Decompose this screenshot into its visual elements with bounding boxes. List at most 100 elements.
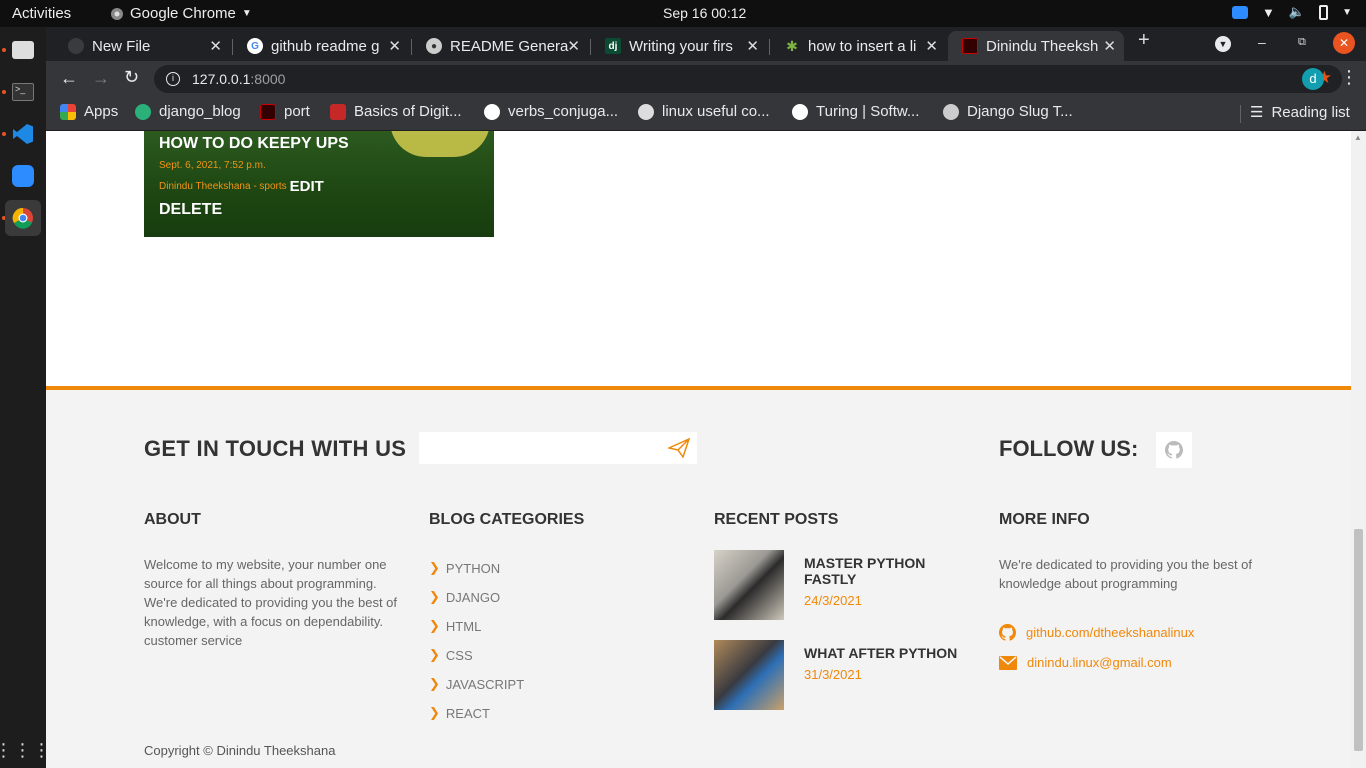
tab-django-docs[interactable]: dj Writing your firs ✕ [591, 31, 767, 61]
file-icon [68, 38, 84, 54]
scrollbar-thumb[interactable] [1354, 529, 1363, 751]
chrome-logo-icon [12, 207, 33, 229]
bookmark-label: django_blog [159, 103, 241, 120]
delete-link[interactable]: DELETE [159, 201, 222, 219]
github-icon [999, 624, 1016, 641]
category-link-django[interactable]: ❯ DJANGO [429, 589, 500, 605]
files-dock-icon[interactable] [5, 32, 41, 68]
tab-github-readme[interactable]: G github readme g ✕ [233, 31, 409, 61]
category-label: REACT [445, 705, 490, 721]
info-icon[interactable]: i [166, 72, 180, 86]
system-tray[interactable]: ▼ 🔈 ▼ [1232, 4, 1352, 20]
bookmark-verbs[interactable]: verbs_conjuga... [484, 103, 618, 120]
forward-arrow-icon[interactable]: → [92, 68, 110, 89]
github-follow-button[interactable] [1156, 432, 1192, 468]
terminal-dock-icon[interactable]: >_ [5, 74, 41, 110]
close-icon[interactable]: ✕ [209, 37, 222, 55]
bookmark-apps[interactable]: Apps [60, 103, 118, 120]
chrome-dock-icon[interactable] [5, 200, 41, 236]
post-card[interactable]: HOW TO DO KEEPY UPS Sept. 6, 2021, 7:52 … [144, 131, 494, 237]
follow-us-heading: FOLLOW US: [999, 436, 1139, 461]
bookmark-turing[interactable]: Turing | Softw... [792, 103, 919, 120]
apps-grid-icon [60, 103, 76, 120]
app-menu[interactable]: Google Chrome ▼ [110, 5, 252, 22]
app-name: Google Chrome [130, 5, 236, 22]
post-meta: Dinindu Theekshana - sports EDIT [159, 178, 324, 195]
email-link[interactable]: dinindu.linux@gmail.com [999, 655, 1172, 670]
tab-dinindu-theekshana[interactable]: Dinindu Theeksh ✕ [948, 31, 1124, 61]
port-icon [260, 103, 276, 120]
clock[interactable]: Sep 16 00:12 [663, 5, 746, 21]
chevron-right-icon: ❯ [429, 676, 440, 691]
vscode-dock-icon[interactable] [5, 116, 41, 152]
wifi-icon: ▼ [1262, 4, 1275, 20]
tab-title: README Genera [450, 37, 569, 55]
category-link-react[interactable]: ❯ REACT [429, 705, 490, 721]
close-icon[interactable]: ✕ [925, 37, 938, 55]
category-label: JAVASCRIPT [445, 676, 525, 692]
url-host: 127.0.0.1 [192, 71, 251, 87]
tab-search-icon[interactable]: ▼ [1215, 36, 1231, 52]
close-icon[interactable]: ✕ [388, 37, 401, 55]
recent-post-thumbnail[interactable] [714, 640, 784, 710]
category-link-css[interactable]: ❯ CSS [429, 647, 473, 663]
zoom-dock-icon[interactable] [5, 158, 41, 194]
recent-post-thumbnail[interactable] [714, 550, 784, 620]
blog-categories-heading: BLOG CATEGORIES [429, 511, 585, 528]
category-link-python[interactable]: ❯ PYTHON [429, 560, 500, 576]
chrome-app-icon [111, 7, 123, 20]
activities-button[interactable]: Activities [12, 5, 71, 22]
reading-list-button[interactable]: ☰ Reading list [1250, 103, 1350, 122]
send-icon[interactable] [668, 438, 690, 458]
bookmark-basics-digital[interactable]: Basics of Digit... [330, 103, 462, 120]
bookmark-label: linux useful co... [662, 103, 770, 120]
tab-title: New File [92, 37, 151, 55]
chevron-right-icon: ❯ [429, 705, 440, 720]
contact-email-input[interactable] [419, 432, 697, 464]
zoom-tray-icon [1232, 5, 1249, 19]
tab-new-file[interactable]: New File ✕ [54, 31, 230, 61]
github-link[interactable]: github.com/dtheekshanalinux [999, 624, 1194, 641]
close-window-button[interactable]: ✕ [1333, 32, 1355, 54]
browser-toolbar: ← → ↻ i 127.0.0.1:8000 ★ d ⋮ [46, 61, 1366, 97]
category-link-html[interactable]: ❯ HTML [429, 618, 481, 634]
star-icon: ✱ [786, 37, 798, 54]
github-url: github.com/dtheekshanalinux [1026, 625, 1195, 640]
menu-kebab-icon[interactable]: ⋮ [1340, 67, 1358, 88]
bookmark-django-blog[interactable]: django_blog [135, 103, 241, 120]
django-icon: dj [605, 38, 621, 54]
github-icon [1165, 441, 1183, 459]
url-port: :8000 [250, 71, 286, 87]
iit-icon [330, 103, 346, 120]
recent-post-title[interactable]: WHAT AFTER PYTHON [804, 645, 974, 661]
tab-readme-generator[interactable]: ● README Genera ✕ [412, 31, 588, 61]
google-icon: G [247, 38, 263, 54]
reload-icon[interactable]: ↻ [124, 67, 139, 88]
address-bar[interactable]: i 127.0.0.1:8000 ★ [154, 65, 1342, 93]
profile-avatar[interactable]: d [1302, 68, 1324, 90]
bookmark-django-slug[interactable]: Django Slug T... [943, 103, 1073, 120]
post-title[interactable]: HOW TO DO KEEPY UPS [159, 135, 349, 153]
page-scrollbar[interactable]: ▲ [1351, 131, 1366, 768]
close-icon[interactable]: ✕ [1103, 37, 1116, 55]
more-info-text: We're dedicated to providing you the bes… [999, 557, 1253, 591]
recent-post-title[interactable]: MASTER PYTHON FASTLY [804, 555, 974, 587]
close-icon[interactable]: ✕ [746, 37, 759, 55]
new-tab-button[interactable]: + [1138, 29, 1150, 52]
chevron-right-icon: ❯ [429, 618, 440, 633]
show-apps-icon[interactable]: ⋮⋮⋮ [0, 732, 51, 768]
tab-insert-link[interactable]: ✱ how to insert a li ✕ [770, 31, 946, 61]
category-link-javascript[interactable]: ❯ JAVASCRIPT [429, 676, 524, 692]
edit-link[interactable]: EDIT [290, 178, 324, 195]
scroll-up-arrow-icon[interactable]: ▲ [1354, 133, 1362, 142]
turing-icon [792, 103, 808, 120]
back-arrow-icon[interactable]: ← [60, 68, 78, 89]
bookmark-label: port [284, 103, 310, 120]
minimize-button[interactable]: – [1258, 34, 1266, 50]
bookmark-linux[interactable]: linux useful co... [638, 103, 770, 120]
bookmark-port[interactable]: port [260, 103, 310, 120]
copyright-text: Copyright © Dinindu Theekshana [144, 743, 336, 758]
bookmark-label: Turing | Softw... [816, 103, 920, 120]
close-icon[interactable]: ✕ [567, 37, 580, 55]
restore-button[interactable]: ⧉ [1298, 36, 1306, 49]
